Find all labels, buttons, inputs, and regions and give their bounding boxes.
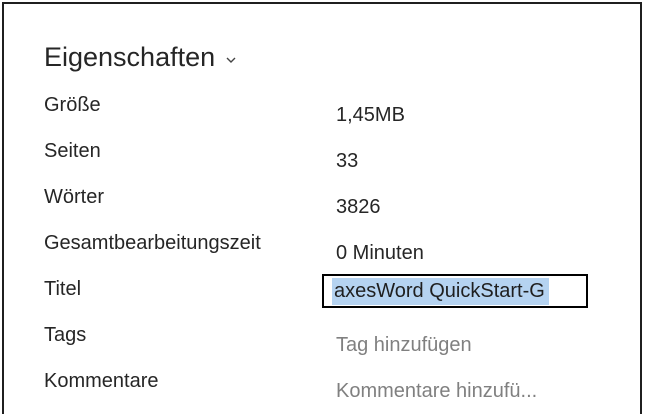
property-row-size: Größe 1,45MB: [44, 94, 624, 126]
property-value-pages: 33: [336, 150, 359, 172]
property-label-edit-time: Gesamtbearbeitungszeit: [44, 232, 261, 254]
property-row-title: Titel axesWord QuickStart-G: [44, 274, 624, 308]
property-value-edit-time: 0 Minuten: [336, 242, 424, 264]
properties-heading[interactable]: Eigenschaften: [44, 42, 237, 73]
properties-heading-label: Eigenschaften: [44, 42, 216, 72]
property-label-pages: Seiten: [44, 140, 101, 162]
comments-input[interactable]: Kommentare hinzufü...: [336, 380, 537, 403]
chevron-down-icon: [226, 57, 236, 63]
property-label-comments: Kommentare: [44, 370, 159, 392]
property-row-words: Wörter 3826: [44, 186, 624, 218]
property-row-edit-time: Gesamtbearbeitungszeit 0 Minuten: [44, 232, 624, 264]
property-value-size: 1,45MB: [336, 104, 405, 126]
property-label-size: Größe: [44, 94, 101, 116]
title-input-selected-text: axesWord QuickStart-G: [332, 278, 549, 305]
property-label-tags: Tags: [44, 324, 87, 346]
property-label-words: Wörter: [44, 186, 104, 208]
property-row-tags: Tags Tag hinzufügen: [44, 324, 624, 357]
property-row-comments: Kommentare Kommentare hinzufü...: [44, 370, 624, 403]
tags-input[interactable]: Tag hinzufügen: [336, 334, 472, 357]
property-label-title: Titel: [44, 278, 82, 300]
title-input[interactable]: axesWord QuickStart-G: [322, 274, 588, 308]
property-row-pages: Seiten 33: [44, 140, 624, 172]
property-value-words: 3826: [336, 196, 381, 218]
